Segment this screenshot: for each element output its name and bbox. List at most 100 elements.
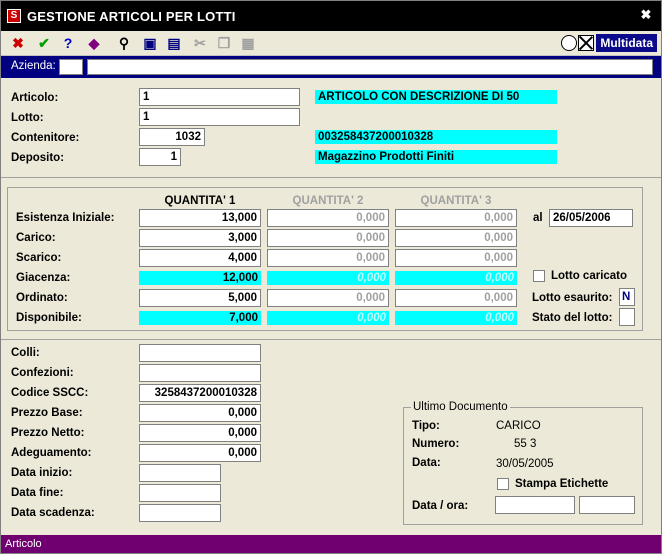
- brand-name: Multidata: [596, 34, 657, 52]
- stampa-etichette-checkbox[interactable]: [497, 478, 509, 490]
- numero-label: Numero:: [412, 438, 460, 450]
- help-icon[interactable]: ?: [59, 34, 77, 52]
- al-date-input[interactable]: 26/05/2006: [549, 209, 633, 227]
- adeguamento-label: Adeguamento:: [11, 447, 92, 459]
- esistenza-iniziale-label: Esistenza Iniziale:: [16, 212, 115, 224]
- separator: [1, 339, 661, 340]
- contenitore-input[interactable]: 1032: [139, 128, 205, 146]
- prezzo-netto-label: Prezzo Netto:: [11, 427, 85, 439]
- tipo-label: Tipo:: [412, 420, 440, 432]
- lotto-label: Lotto:: [11, 112, 44, 124]
- save-icon[interactable]: ▤: [165, 34, 183, 52]
- main-window: S GESTIONE ARTICOLI PER LOTTI ✖ ✖ ✔? ◆ ⚲ ▣ ▤ ✂…: [0, 0, 662, 554]
- giacenza-quantita-2: 0,000: [267, 271, 389, 285]
- close-icon[interactable]: ✖: [639, 8, 653, 22]
- ordinato-quantita-1[interactable]: 5,000: [139, 289, 261, 307]
- scarico-label: Scarico:: [16, 252, 62, 264]
- data-ora-label: Data / ora:: [412, 500, 469, 512]
- status-bar: Articolo: [1, 535, 661, 553]
- prezzo-base-label: Prezzo Base:: [11, 407, 83, 419]
- data-value: 30/05/2005: [496, 458, 554, 470]
- ordinato-quantita-2[interactable]: 0,000: [267, 289, 389, 307]
- book-icon[interactable]: ◆: [85, 34, 103, 52]
- data-scadenza-input[interactable]: [139, 504, 221, 522]
- contenitore-code: 003258437200010328: [315, 130, 557, 144]
- lotto-caricato-label: Lotto caricato: [551, 270, 628, 282]
- giacenza-quantita-1: 12,000: [139, 271, 261, 285]
- esistenza-iniziale-quantita-2[interactable]: 0,000: [267, 209, 389, 227]
- disponibile-label: Disponibile:: [16, 312, 82, 324]
- title-bar: S GESTIONE ARTICOLI PER LOTTI ✖: [1, 1, 661, 31]
- new-record-icon[interactable]: ▣: [141, 34, 159, 52]
- al-label: al: [533, 212, 543, 224]
- copy-icon[interactable]: ❐: [215, 34, 233, 52]
- articolo-input[interactable]: 1: [139, 88, 300, 106]
- lotto-esaurito-label: Lotto esaurito:: [532, 292, 613, 304]
- data-label: Data:: [412, 457, 441, 469]
- lotto-caricato-checkbox[interactable]: [533, 270, 545, 282]
- multidata-logo: Multidata: [561, 33, 657, 53]
- delete-icon[interactable]: ✂: [191, 34, 209, 52]
- prezzo-base-input[interactable]: 0,000: [139, 404, 261, 422]
- confirm-icon[interactable]: ✔: [35, 34, 53, 52]
- deposito-label: Deposito:: [11, 152, 65, 164]
- separator: [1, 177, 661, 178]
- ora-input[interactable]: [579, 496, 635, 514]
- deposito-description: Magazzino Prodotti Finiti: [315, 150, 557, 164]
- carico-quantita-1[interactable]: 3,000: [139, 229, 261, 247]
- stato-lotto-input[interactable]: [619, 308, 635, 326]
- sscc-input[interactable]: 3258437200010328: [139, 384, 261, 402]
- carico-label: Carico:: [16, 232, 56, 244]
- quantita-2-header: QUANTITA' 2: [292, 195, 364, 207]
- azienda-bar: Azienda: 01 MULTIDATA S.R.L.: [1, 56, 661, 78]
- disponibile-quantita-2: 0,000: [267, 311, 389, 325]
- data-fine-input[interactable]: [139, 484, 221, 502]
- numero-value: 55 3: [514, 438, 537, 450]
- window-title: GESTIONE ARTICOLI PER LOTTI: [27, 9, 236, 24]
- colli-label: Colli:: [11, 347, 40, 359]
- colli-input[interactable]: [139, 344, 261, 362]
- ordinato-quantita-3[interactable]: 0,000: [395, 289, 517, 307]
- stato-lotto-label: Stato del lotto:: [532, 312, 613, 324]
- confezioni-input[interactable]: [139, 364, 261, 382]
- scarico-quantita-1[interactable]: 4,000: [139, 249, 261, 267]
- deposito-input[interactable]: 1: [139, 148, 181, 166]
- esistenza-iniziale-quantita-3[interactable]: 0,000: [395, 209, 517, 227]
- cancel-icon[interactable]: ✖: [9, 34, 27, 52]
- prezzo-netto-input[interactable]: 0,000: [139, 424, 261, 442]
- lotto-input[interactable]: 1: [139, 108, 300, 126]
- azienda-label: Azienda:: [11, 60, 56, 72]
- logo-cross-icon: [578, 35, 595, 51]
- giacenza-label: Giacenza:: [16, 272, 71, 284]
- ultimo-documento-title: Ultimo Documento: [411, 401, 510, 413]
- sscc-label: Codice SSCC:: [11, 387, 89, 399]
- data-inizio-input[interactable]: [139, 464, 221, 482]
- quantita-3-header: QUANTITA' 3: [420, 195, 492, 207]
- articolo-description: ARTICOLO CON DESCRIZIONE DI 50: [315, 90, 557, 104]
- data-input[interactable]: [495, 496, 575, 514]
- stampa-etichette-label: Stampa Etichette: [515, 478, 609, 490]
- data-inizio-label: Data inizio:: [11, 467, 73, 479]
- carico-quantita-3[interactable]: 0,000: [395, 229, 517, 247]
- paste-icon[interactable]: ▦: [239, 34, 257, 52]
- ordinato-label: Ordinato:: [16, 292, 68, 304]
- articolo-label: Articolo:: [11, 92, 59, 104]
- scarico-quantita-3[interactable]: 0,000: [395, 249, 517, 267]
- azienda-code: 01: [59, 59, 83, 75]
- tipo-value: CARICO: [496, 420, 541, 432]
- azienda-name: MULTIDATA S.R.L.: [87, 59, 653, 75]
- disponibile-quantita-3: 0,000: [395, 311, 517, 325]
- contenitore-label: Contenitore:: [11, 132, 80, 144]
- disponibile-quantita-1: 7,000: [139, 311, 261, 325]
- app-icon: S: [7, 9, 21, 23]
- binoculars-icon[interactable]: ⚲: [115, 34, 133, 52]
- giacenza-quantita-3: 0,000: [395, 271, 517, 285]
- esistenza-iniziale-quantita-1[interactable]: 13,000: [139, 209, 261, 227]
- toolbar: ✖ ✔? ◆ ⚲ ▣ ▤ ✂ ❐ ▦ Multidata: [1, 31, 661, 56]
- logo-circle-icon: [561, 35, 578, 51]
- lotto-esaurito-input[interactable]: N: [619, 288, 635, 306]
- adeguamento-input[interactable]: 0,000: [139, 444, 261, 462]
- quantita-1-header: QUANTITA' 1: [164, 195, 236, 207]
- scarico-quantita-2[interactable]: 0,000: [267, 249, 389, 267]
- carico-quantita-2[interactable]: 0,000: [267, 229, 389, 247]
